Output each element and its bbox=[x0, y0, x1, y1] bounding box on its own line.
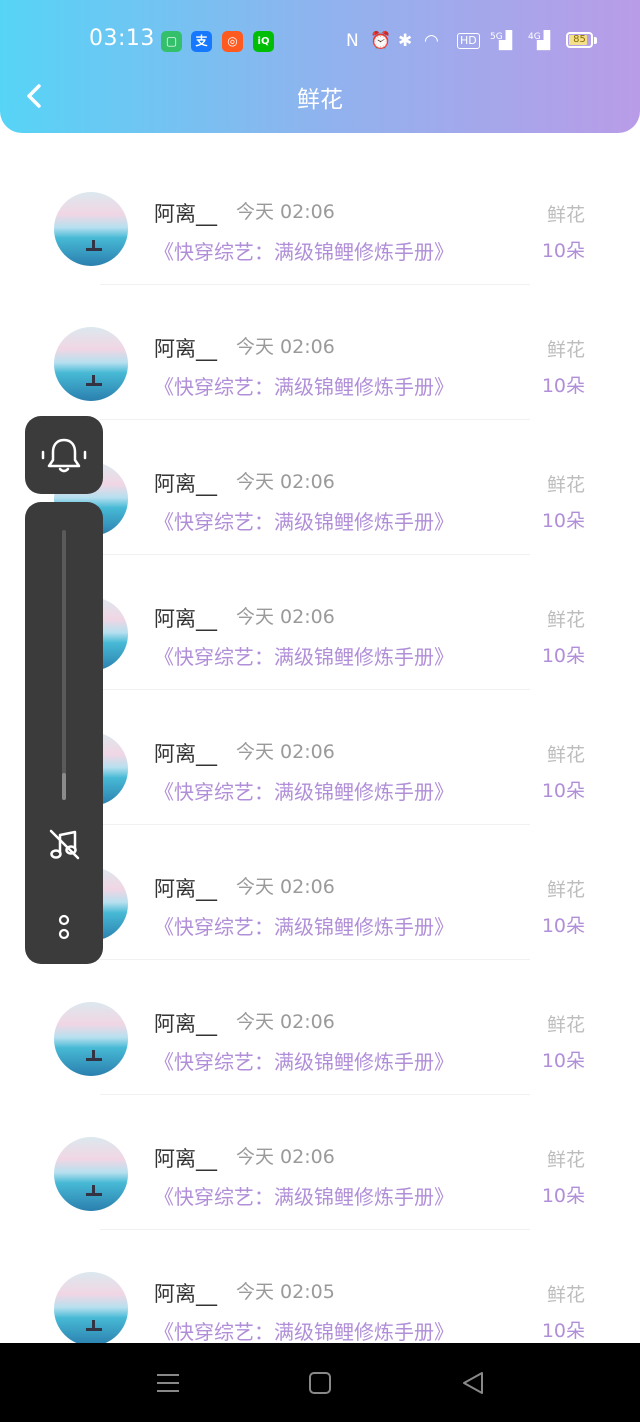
gift-time: 今天 02:06 bbox=[236, 741, 335, 763]
gift-type: 鲜花 bbox=[546, 879, 585, 901]
green-app-icon: ▢ bbox=[161, 31, 182, 52]
gift-count: 10朵 bbox=[541, 1050, 585, 1072]
book-title[interactable]: 《快穿综艺：满级锦鲤修炼手册》 bbox=[154, 1181, 454, 1210]
user-name[interactable]: 阿离__ bbox=[154, 1278, 217, 1308]
wifi-icon: ◠ bbox=[424, 31, 439, 51]
gift-time: 今天 02:06 bbox=[236, 336, 335, 358]
hd-badge: HD bbox=[457, 33, 480, 49]
gift-time: 今天 02:06 bbox=[236, 606, 335, 628]
book-title[interactable]: 《快穿综艺：满级锦鲤修炼手册》 bbox=[154, 911, 454, 940]
battery-icon: 85 bbox=[566, 32, 593, 48]
system-nav-bar bbox=[0, 1343, 640, 1422]
list-item[interactable]: 阿离__ 今天 02:06 《快穿综艺：满级锦鲤修炼手册》 鲜花 10朵 bbox=[0, 150, 640, 285]
bell-icon bbox=[41, 438, 87, 473]
back-triangle-icon[interactable] bbox=[458, 1369, 488, 1397]
gift-time: 今天 02:05 bbox=[236, 1281, 335, 1303]
avatar-boat-hull bbox=[86, 248, 102, 251]
avatar-boat-hull bbox=[86, 1328, 102, 1331]
gift-type: 鲜花 bbox=[546, 1284, 585, 1306]
music-off-icon[interactable] bbox=[47, 827, 81, 861]
gift-time: 今天 02:06 bbox=[236, 876, 335, 898]
gift-time: 今天 02:06 bbox=[236, 201, 335, 223]
avatar-boat-hull bbox=[86, 383, 102, 386]
user-name[interactable]: 阿离__ bbox=[154, 468, 217, 498]
user-name[interactable]: 阿离__ bbox=[154, 738, 217, 768]
gift-type: 鲜花 bbox=[546, 204, 585, 226]
bluetooth-icon: ✱ bbox=[398, 31, 413, 51]
orange-app-icon: ◎ bbox=[222, 31, 243, 52]
avatar[interactable] bbox=[54, 192, 128, 266]
user-name[interactable]: 阿离__ bbox=[154, 198, 217, 228]
home-icon[interactable] bbox=[305, 1369, 335, 1397]
book-title[interactable]: 《快穿综艺：满级锦鲤修炼手册》 bbox=[154, 776, 454, 805]
gift-time: 今天 02:06 bbox=[236, 1146, 335, 1168]
volume-fill bbox=[62, 773, 66, 800]
avatar[interactable] bbox=[54, 1002, 128, 1076]
list-item[interactable]: 阿离__ 今天 02:06 《快穿综艺：满级锦鲤修炼手册》 鲜花 10朵 bbox=[0, 285, 640, 420]
avatar[interactable] bbox=[54, 1272, 128, 1343]
gift-count: 10朵 bbox=[541, 240, 585, 262]
battery-tip bbox=[594, 37, 597, 44]
gift-type: 鲜花 bbox=[546, 744, 585, 766]
gift-count: 10朵 bbox=[541, 645, 585, 667]
gift-type: 鲜花 bbox=[546, 1014, 585, 1036]
avatar[interactable] bbox=[54, 1137, 128, 1211]
gift-count: 10朵 bbox=[541, 1185, 585, 1207]
list-item[interactable]: 阿离__ 今天 02:06 《快穿综艺：满级锦鲤修炼手册》 鲜花 10朵 bbox=[0, 1095, 640, 1230]
book-title[interactable]: 《快穿综艺：满级锦鲤修炼手册》 bbox=[154, 506, 454, 535]
list-item[interactable]: 阿离__ 今天 02:06 《快穿综艺：满级锦鲤修炼手册》 鲜花 10朵 bbox=[0, 960, 640, 1095]
header-bar: 03:13 ▢ 支 ◎ iQ N ⏰ ✱ ◠ HD 5G ▟ 4G ▟ 85 鲜… bbox=[0, 0, 640, 133]
battery-level: 85 bbox=[573, 34, 586, 45]
book-title[interactable]: 《快穿综艺：满级锦鲤修炼手册》 bbox=[154, 371, 454, 400]
status-time: 03:13 bbox=[89, 26, 155, 51]
gift-count: 10朵 bbox=[541, 510, 585, 532]
volume-panel bbox=[25, 502, 103, 964]
gift-count: 10朵 bbox=[541, 1320, 585, 1342]
avatar-boat-hull bbox=[86, 1058, 102, 1061]
user-name[interactable]: 阿离__ bbox=[154, 333, 217, 363]
book-title[interactable]: 《快穿综艺：满级锦鲤修炼手册》 bbox=[154, 1316, 454, 1343]
avatar-boat-hull bbox=[86, 1193, 102, 1196]
status-bar: 03:13 ▢ 支 ◎ iQ N ⏰ ✱ ◠ HD 5G ▟ 4G ▟ 85 bbox=[0, 22, 640, 60]
alipay-icon: 支 bbox=[191, 31, 212, 52]
user-name[interactable]: 阿离__ bbox=[154, 603, 217, 633]
gift-type: 鲜花 bbox=[546, 339, 585, 361]
user-name[interactable]: 阿离__ bbox=[154, 1008, 217, 1038]
page-title: 鲜花 bbox=[297, 87, 343, 113]
user-name[interactable]: 阿离__ bbox=[154, 1143, 217, 1173]
gift-type: 鲜花 bbox=[546, 474, 585, 496]
gift-count: 10朵 bbox=[541, 780, 585, 802]
gift-count: 10朵 bbox=[541, 915, 585, 937]
nfc-icon: N bbox=[346, 31, 359, 51]
menu-icon[interactable] bbox=[153, 1369, 183, 1397]
signal-4g-icon: ▟ bbox=[537, 31, 551, 51]
signal-5g-icon: ▟ bbox=[499, 31, 513, 51]
book-title[interactable]: 《快穿综艺：满级锦鲤修炼手册》 bbox=[154, 1046, 454, 1075]
book-title[interactable]: 《快穿综艺：满级锦鲤修炼手册》 bbox=[154, 641, 454, 670]
iqiyi-icon: iQ bbox=[253, 31, 274, 52]
list-item[interactable]: 阿离__ 今天 02:05 《快穿综艺：满级锦鲤修炼手册》 鲜花 10朵 bbox=[0, 1230, 640, 1343]
gift-time: 今天 02:06 bbox=[236, 1011, 335, 1033]
book-title[interactable]: 《快穿综艺：满级锦鲤修炼手册》 bbox=[154, 236, 454, 265]
avatar[interactable] bbox=[54, 327, 128, 401]
bell-button[interactable] bbox=[25, 416, 103, 494]
gift-time: 今天 02:06 bbox=[236, 471, 335, 493]
gift-type: 鲜花 bbox=[546, 609, 585, 631]
volume-slider[interactable] bbox=[62, 530, 66, 800]
gift-count: 10朵 bbox=[541, 375, 585, 397]
user-name[interactable]: 阿离__ bbox=[154, 873, 217, 903]
alarm-icon: ⏰ bbox=[370, 31, 392, 51]
gift-type: 鲜花 bbox=[546, 1149, 585, 1171]
more-options-icon[interactable] bbox=[58, 912, 70, 942]
